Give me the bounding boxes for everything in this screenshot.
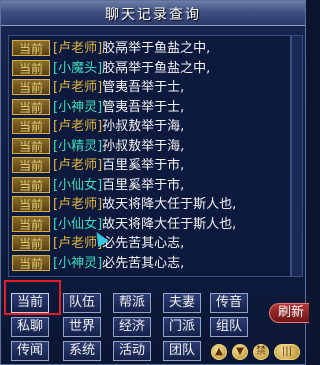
channel-badge: 当前 — [12, 157, 50, 173]
channel-badge: 当前 — [12, 59, 50, 76]
channel-button-whisper[interactable]: 私聊 — [11, 317, 49, 337]
chat-message-row: 当前 [卢老师]胶鬲举于鱼盐之中, — [12, 40, 292, 58]
channel-badge: 当前 — [12, 137, 50, 154]
chat-message-row: 当前 [小仙女]百里奚举于市, — [12, 176, 292, 195]
chat-log-window: 聊天记录查询 当前 [卢老师]胶鬲举于鱼盐之中, 当前 [小魔头]胶鬲举于鱼盐之中, 当… — [0, 0, 309, 365]
channel-button-world[interactable]: 世界 — [63, 317, 101, 337]
message-sender[interactable]: [卢老师] — [53, 197, 102, 212]
channel-button-group[interactable]: 组队 — [210, 317, 248, 337]
message-sender[interactable]: [卢老师] — [53, 158, 102, 173]
chat-message-row: 当前 [卢老师]必先苦其心志, — [12, 235, 292, 253]
chat-message-row: 当前 [小神灵]管夷吾举于士, — [12, 98, 292, 117]
refresh-button[interactable]: 刷新 — [269, 303, 309, 323]
menu-icon[interactable]: ||| — [274, 344, 300, 360]
message-text: 孙叔敖举于海, — [102, 138, 185, 154]
chat-message-row: 当前 [卢老师]孙叔敖举于海, — [12, 118, 292, 136]
message-text: 管夷吾举于士, — [102, 99, 185, 115]
message-sender[interactable]: [小仙女] — [53, 178, 102, 193]
channel-button-corps[interactable]: 团队 — [163, 341, 201, 361]
channel-button-rumor[interactable]: 传闻 — [11, 341, 49, 361]
window-title: 聊天记录查询 — [105, 7, 201, 23]
message-sender[interactable]: [小精灵] — [53, 139, 102, 154]
channel-badge: 当前 — [12, 40, 50, 56]
chat-message-row: 当前 [小魔头]胶鬲举于鱼盐之中, — [12, 59, 292, 78]
message-text: 故天将降大任于斯人也, — [102, 197, 237, 212]
message-text: 管夷吾举于士, — [102, 80, 185, 95]
message-sender[interactable]: [卢老师] — [53, 41, 102, 56]
message-sender[interactable]: [小神灵] — [53, 256, 102, 271]
scroll-down-icon[interactable]: ▼ — [232, 344, 248, 360]
channel-badge: 当前 — [12, 176, 50, 193]
message-text: 故天将降大任于斯人也, — [102, 216, 237, 232]
forbid-button[interactable]: 禁 — [253, 344, 269, 360]
channel-button-faction[interactable]: 门派 — [163, 317, 201, 337]
channel-button-economy[interactable]: 经济 — [113, 317, 151, 337]
message-sender[interactable]: [小仙女] — [53, 217, 102, 232]
chat-message-row: 当前 [小神灵]必先苦其心志, — [12, 254, 292, 273]
message-text: 胶鬲举于鱼盐之中, — [102, 60, 211, 76]
channel-badge: 当前 — [12, 215, 50, 232]
channel-button-current[interactable]: 当前 — [11, 293, 49, 313]
chat-message-row: 当前 [小仙女]故天将降大任于斯人也, — [12, 215, 292, 234]
channel-button-team[interactable]: 队伍 — [63, 293, 101, 313]
message-text: 孙叔敖举于海, — [102, 119, 185, 134]
chat-message-row: 当前 [小精灵]孙叔敖举于海, — [12, 137, 292, 156]
chat-message-row: 当前 [卢老师]百里奚举于市, — [12, 157, 292, 175]
channel-badge: 当前 — [12, 79, 50, 95]
message-text: 胶鬲举于鱼盐之中, — [102, 41, 211, 56]
chat-message-row: 当前 [卢老师]管夷吾举于士, — [12, 79, 292, 97]
channel-badge: 当前 — [12, 98, 50, 115]
channel-badge: 当前 — [12, 254, 50, 271]
message-sender[interactable]: [卢老师] — [53, 80, 102, 95]
message-sender[interactable]: [小神灵] — [53, 100, 102, 115]
message-sender[interactable]: [小魔头] — [53, 61, 102, 76]
channel-button-system[interactable]: 系统 — [63, 341, 101, 361]
message-sender[interactable]: [卢老师] — [53, 119, 102, 134]
channel-badge: 当前 — [12, 196, 50, 212]
title-bar[interactable]: 聊天记录查询 — [1, 1, 305, 26]
channel-badge: 当前 — [12, 235, 50, 251]
channel-button-activity[interactable]: 活动 — [113, 341, 151, 361]
channel-button-spouse[interactable]: 夫妻 — [163, 293, 201, 313]
channel-button-guild[interactable]: 帮派 — [113, 293, 151, 313]
chat-scrollbar[interactable] — [291, 35, 303, 277]
scroll-up-icon[interactable]: ▲ — [211, 344, 227, 360]
message-text: 百里奚举于市, — [102, 177, 185, 193]
channel-badge: 当前 — [12, 118, 50, 134]
channel-button-broadcast[interactable]: 传音 — [210, 293, 248, 313]
message-text: 百里奚举于市, — [102, 158, 185, 173]
chat-message-row: 当前 [卢老师]故天将降大任于斯人也, — [12, 196, 292, 214]
message-text: 必先苦其心志, — [102, 255, 185, 271]
message-text: 必先苦其心志, — [102, 236, 185, 251]
